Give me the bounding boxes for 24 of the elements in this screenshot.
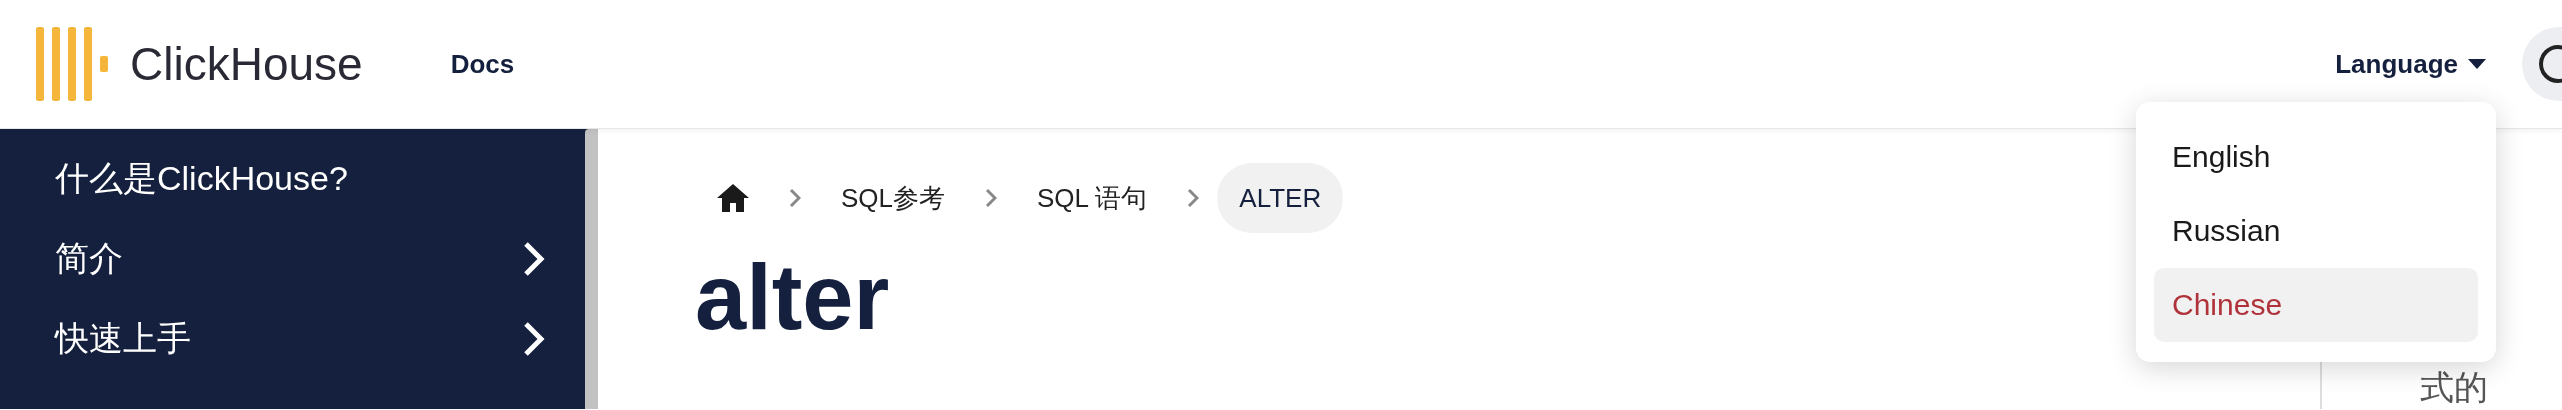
nav-link[interactable]: Docs bbox=[450, 48, 515, 80]
chevron-right-icon bbox=[789, 188, 801, 208]
page-title: alter bbox=[695, 247, 890, 349]
logo-text: ClickHouse bbox=[130, 37, 363, 91]
sidebar-item[interactable]: 快速上手 bbox=[0, 299, 585, 379]
language-option[interactable]: Chinese bbox=[2154, 268, 2478, 342]
caret-icon bbox=[2468, 59, 2486, 69]
language-button[interactable]: Language bbox=[2335, 48, 2486, 80]
clickhouse-logo[interactable]: ClickHouse bbox=[36, 27, 363, 101]
breadcrumb-link[interactable]: ALTER bbox=[1217, 163, 1344, 233]
chevron-right-icon bbox=[985, 188, 998, 208]
sidebar-item[interactable]: 简介 bbox=[0, 219, 585, 299]
chevron-right-icon bbox=[523, 321, 545, 357]
chevron-right-icon bbox=[1187, 188, 1200, 208]
scrollbar[interactable] bbox=[585, 129, 598, 409]
sidebar-item[interactable]: 什么是ClickHouse? bbox=[0, 139, 585, 219]
logo-icon bbox=[36, 27, 110, 101]
toc-item[interactable]: 式的 bbox=[2420, 368, 2488, 406]
breadcrumb-link[interactable]: SQL 语句 bbox=[1015, 163, 1170, 233]
language-option[interactable]: Russian bbox=[2154, 194, 2478, 268]
language-option[interactable]: English bbox=[2154, 120, 2478, 194]
breadcrumb-link[interactable]: SQL参考 bbox=[819, 163, 968, 233]
home-icon bbox=[717, 184, 749, 212]
chevron-right-icon bbox=[523, 241, 545, 277]
